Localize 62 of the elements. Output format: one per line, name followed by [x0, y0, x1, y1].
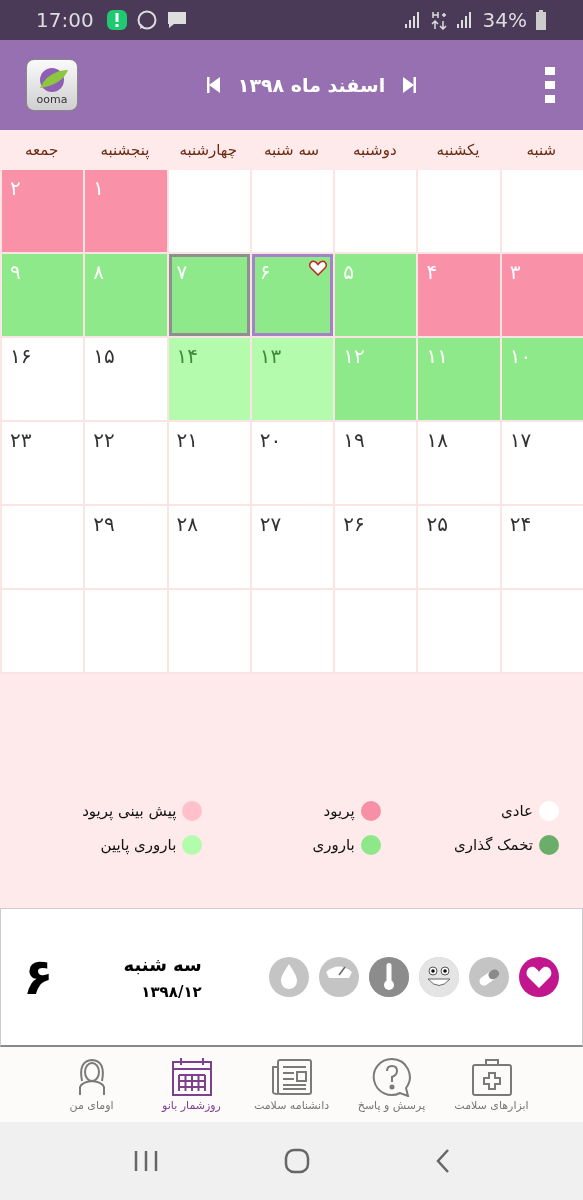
legend-label: باروری پایین [100, 836, 177, 854]
next-month-icon[interactable] [401, 76, 418, 94]
weekday-label: چهارشنبه [178, 141, 239, 159]
first-aid-kit-icon [469, 1057, 514, 1097]
legend-label: عادی [501, 802, 533, 820]
app-logo[interactable]: ooma [26, 59, 78, 111]
nav-tab[interactable]: پرسش و پاسخ [341, 1047, 442, 1122]
battery-icon [535, 10, 547, 30]
menu-icon[interactable] [545, 67, 555, 103]
legend-label: تخمک گذاری [454, 836, 533, 854]
message-icon [165, 9, 188, 31]
previous-month-icon[interactable] [205, 76, 222, 94]
data-icon [430, 10, 447, 30]
weekday-label: سه شنبه [263, 141, 321, 159]
legend-label: باروری [312, 836, 355, 854]
calendar-cell[interactable]: ۲۷ [251, 506, 334, 588]
calendar-cell[interactable]: ۲۹ [85, 506, 167, 588]
pill-tracker-icon[interactable] [468, 956, 510, 998]
back-icon[interactable] [434, 1148, 451, 1174]
nav-tab[interactable]: دانشنامه سلامت [241, 1047, 342, 1122]
month-title: اسفند ماه ۱۳۹۸ [237, 74, 386, 96]
weight-tracker-icon[interactable] [318, 956, 360, 998]
calendar-cell[interactable]: ۱۷ [501, 422, 583, 504]
clock: 17:00 [36, 8, 94, 32]
calendar-cell[interactable]: ۱۴ [168, 338, 250, 420]
legend-label: پریود [323, 802, 355, 820]
temperature-tracker-icon[interactable] [368, 956, 410, 998]
selected-weekday: سه شنبه [123, 953, 202, 975]
calendar-cell[interactable]: ۱۳ [251, 338, 334, 420]
calendar-cell[interactable]: ۲۶ [335, 506, 417, 588]
drop-tracker-icon[interactable] [268, 956, 310, 998]
calendar-cell[interactable]: ۲۵ [418, 506, 500, 588]
calendar-cell[interactable]: ۲۰ [251, 422, 334, 504]
weekday-label: جمعه [24, 141, 60, 159]
nav-tab[interactable]: روزشمار بانو [141, 1047, 242, 1122]
calendar-cell[interactable]: ۲۳ [2, 422, 84, 504]
selected-date: ۱۳۹۸/۱۲ [141, 982, 202, 1001]
calendar-cell[interactable]: ۱۶ [2, 338, 84, 420]
calendar-cell[interactable]: ۲۲ [85, 422, 167, 504]
calendar-cell[interactable]: ۱۹ [335, 422, 417, 504]
calendar-cell[interactable]: ۲۸ [168, 506, 250, 588]
heart-tracker-icon[interactable] [518, 956, 560, 998]
weekday-label: پنجشنبه [99, 141, 151, 159]
recent-apps-icon[interactable] [132, 1149, 159, 1173]
calendar-cell[interactable]: ۲۱ [168, 422, 250, 504]
nav-tab[interactable]: ابزارهای سلامت [441, 1047, 542, 1122]
calendar-cell[interactable]: ۱۸ [418, 422, 500, 504]
logo-text: ooma [36, 93, 68, 105]
newspaper-icon [269, 1057, 314, 1097]
selected-day-number: ۶ [23, 948, 54, 1006]
calendar-icon [169, 1057, 214, 1097]
notification-icon [105, 9, 128, 31]
weekday-label: شنبه [525, 141, 558, 159]
calendar-cell[interactable]: ۲۴ [501, 506, 583, 588]
legend-label: پیش بینی پریود [82, 802, 177, 820]
weekday-label: یکشنبه [435, 141, 481, 159]
mood-tracker-icon[interactable] [418, 956, 460, 998]
weekday-label: دوشنبه [352, 141, 398, 159]
nav-tab[interactable]: اومای من [41, 1047, 142, 1122]
battery-level: 34% [482, 8, 527, 32]
calendar-cell[interactable]: ۱۵ [85, 338, 167, 420]
home-icon[interactable] [283, 1148, 310, 1174]
